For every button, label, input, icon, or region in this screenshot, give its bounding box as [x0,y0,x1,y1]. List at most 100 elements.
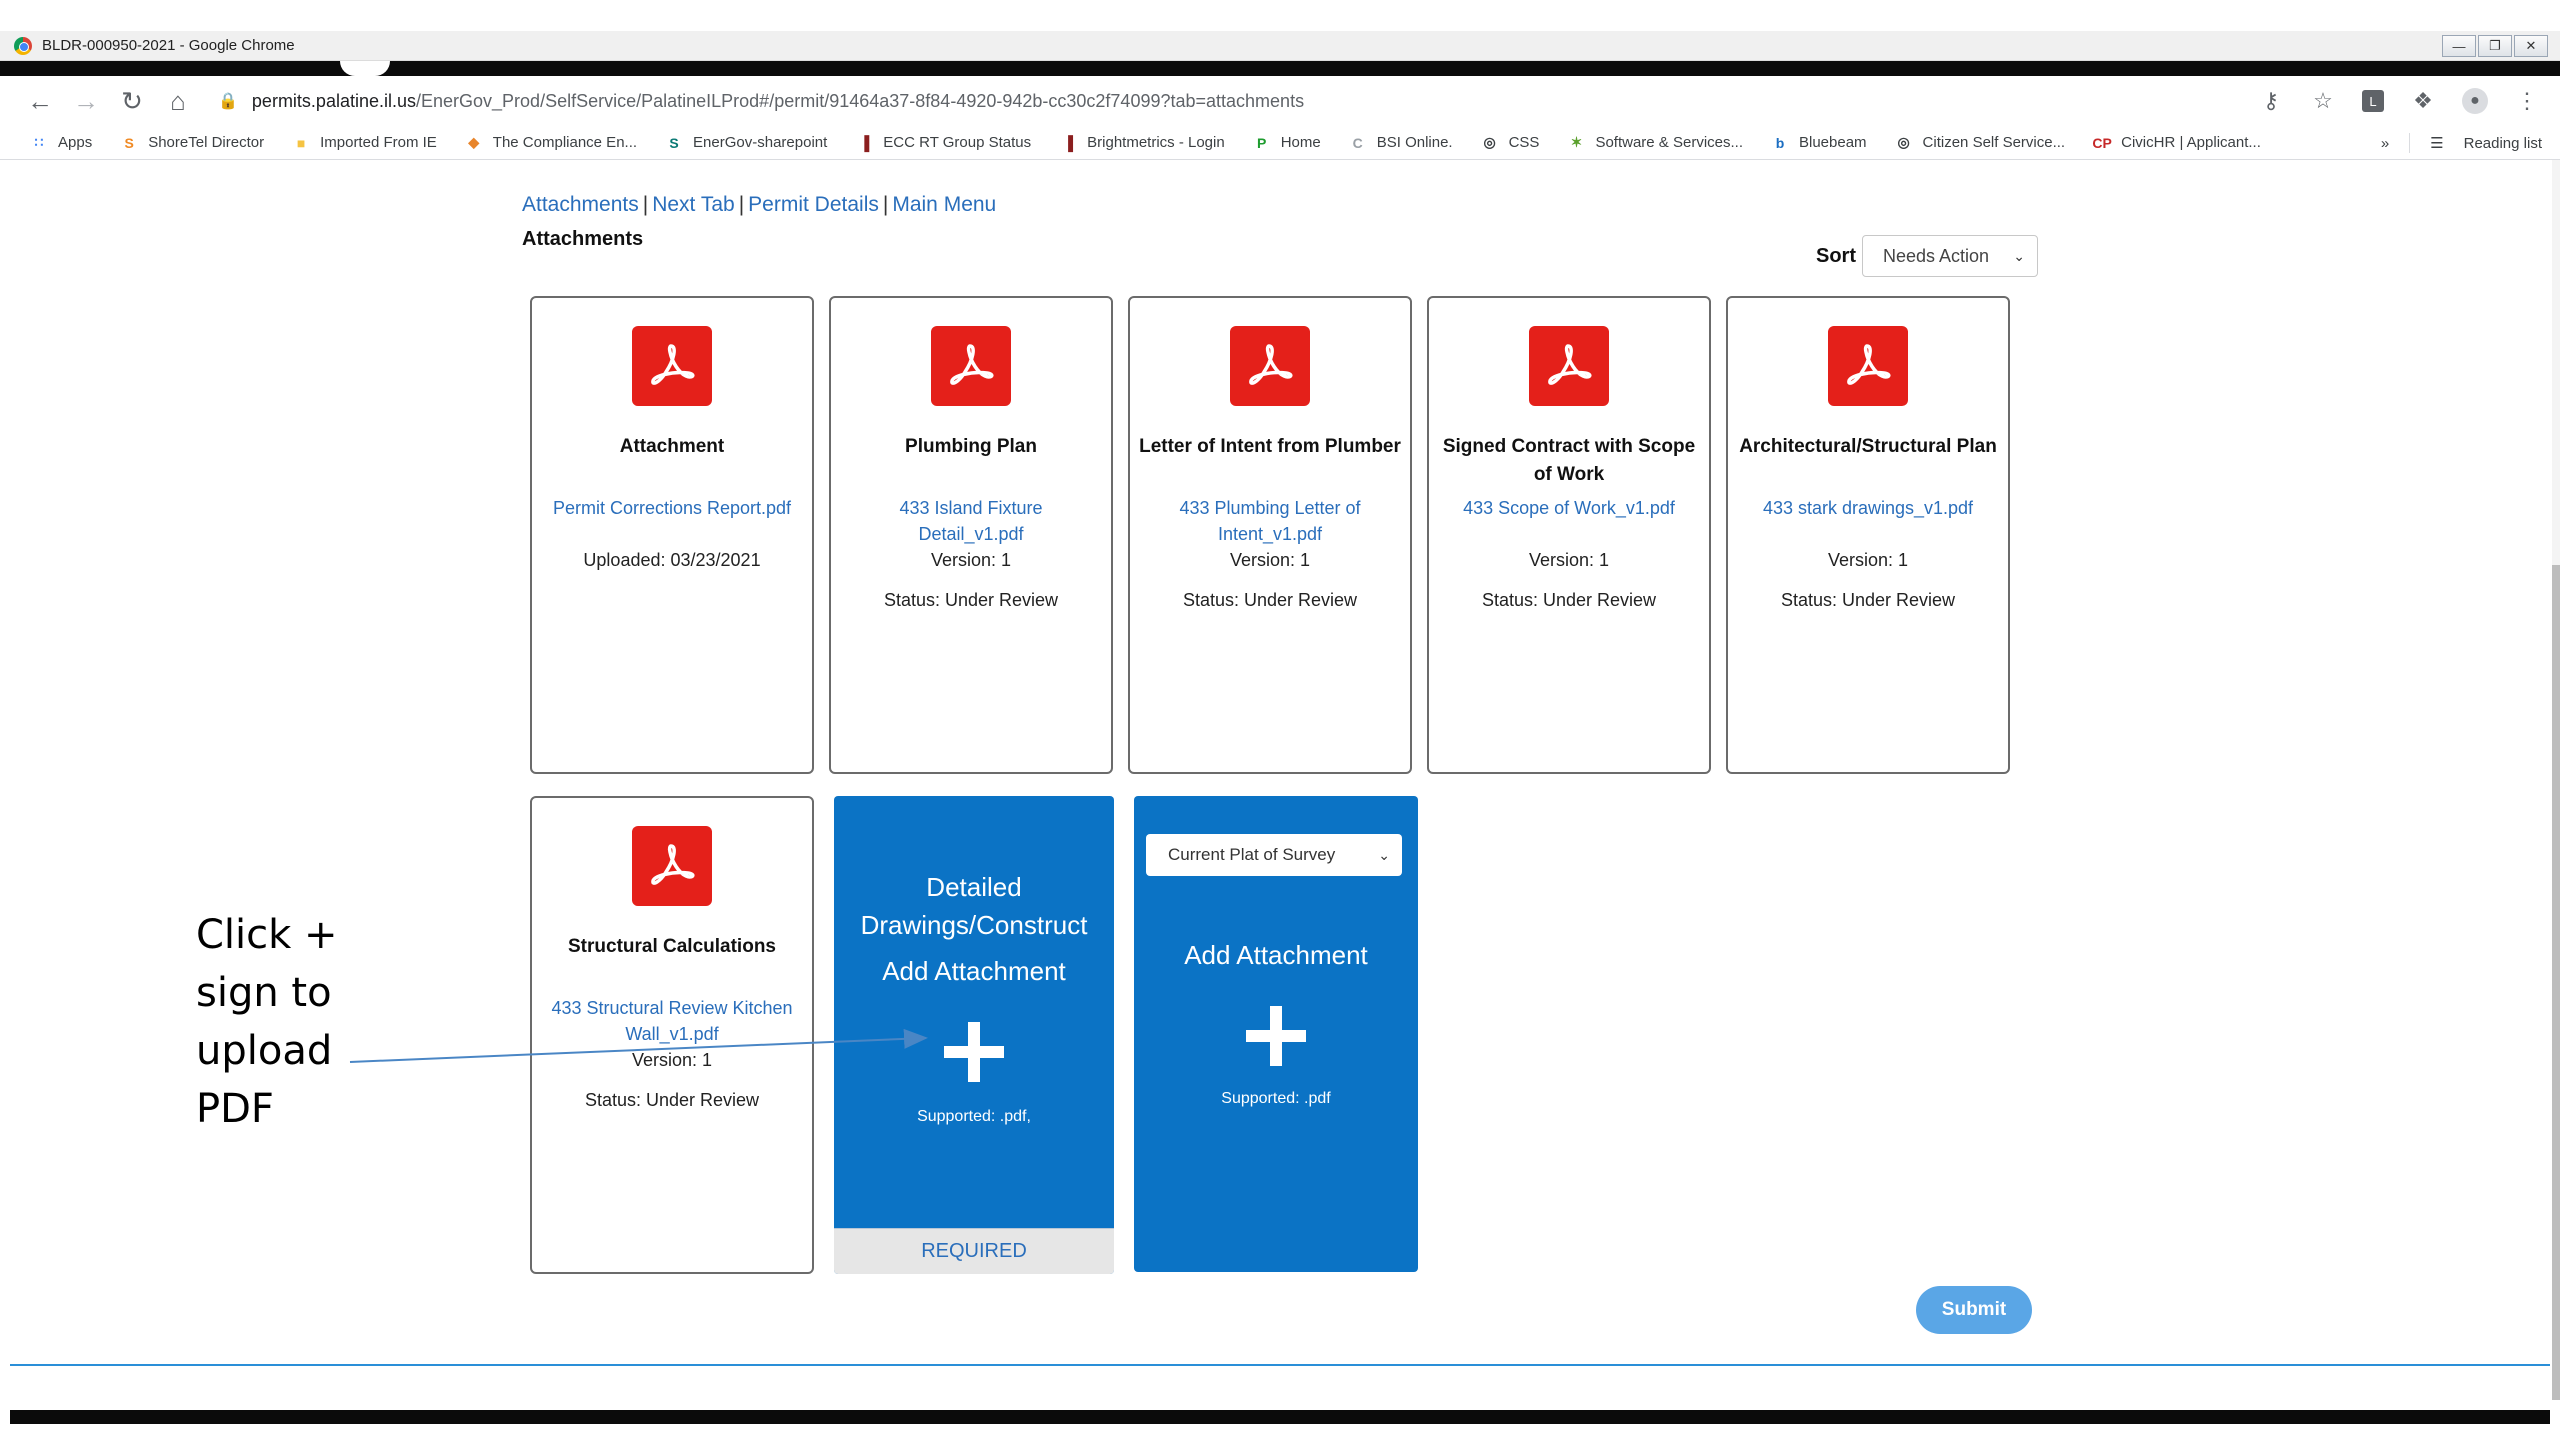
attachment-card: Attachment Permit Corrections Report.pdf… [530,296,814,774]
bookmark-item[interactable]: S EnerGov-sharepoint [665,134,827,152]
divider [2409,133,2411,153]
file-link[interactable]: Permit Corrections Report.pdf [550,495,794,521]
sort-control: Sort Needs Action ⌄ [1816,235,2038,277]
pdf-icon [1230,326,1310,406]
forward-arrow-icon[interactable]: → [66,81,106,121]
toolbar-actions: ⚷ ☆ L ❖ ● ⋮ [2258,76,2540,126]
bookmark-item[interactable]: C BSI Online. [1349,134,1453,152]
pdf-icon [1828,326,1908,406]
bookmark-label: The Compliance En... [492,134,638,151]
profile-avatar-icon[interactable]: ● [2462,88,2488,114]
reading-list-icon: ☰ [2430,135,2444,152]
status-text: Status: Under Review [883,590,1059,610]
required-upload-card: Detailed Drawings/Construct Add Attachme… [834,796,1114,1274]
file-link[interactable]: 433 Scope of Work_v1.pdf [1447,495,1691,521]
file-link[interactable]: 433 Structural Review Kitchen Wall_v1.pd… [550,995,794,1047]
bookmark-item[interactable]: ◆ The Compliance En... [465,134,637,152]
supported-types: Supported: .pdf, [917,1108,1031,1125]
bsi-icon: C [1352,134,1363,151]
home-green-icon: P [1257,134,1267,151]
bookmark-item[interactable]: ✶ Software & Services... [1567,134,1743,152]
compliance-icon: ◆ [468,134,480,150]
sort-select[interactable]: Needs Action ⌄ [1862,235,2038,277]
sharepoint-icon: S [669,134,679,151]
close-button[interactable]: ✕ [2514,35,2548,57]
address-bar[interactable]: 🔒 permits.palatine.il.us/EnerGov_Prod/Se… [218,82,2268,120]
nav-link-attachments[interactable]: Attachments [522,193,639,217]
add-attachment-plus-icon[interactable] [944,1022,1004,1082]
screen: BLDR-000950-2021 - Google Chrome — ❐ ✕ ←… [0,0,2560,1440]
url-path: /EnerGov_Prod/SelfService/PalatineILProd… [416,90,1305,111]
bookmark-item[interactable]: ◎ CSS [1481,134,1540,152]
bookmark-label: Apps [58,134,93,151]
bookmark-item[interactable]: CP CivicHR | Applicant... [2092,134,2261,152]
bookmark-item[interactable]: ■ Imported From IE [292,134,437,152]
version-text: Version: 1 [631,1050,713,1070]
extension-l-icon[interactable]: L [2362,90,2384,112]
nav-link-permit-details[interactable]: Permit Details [748,193,879,217]
sort-select-value: Needs Action [1883,245,1990,266]
version-text: Version: 1 [1528,550,1610,570]
attachment-card: Letter of Intent from Plumber 433 Plumbi… [1128,296,1412,774]
attachment-card: Architectural/Structural Plan 433 stark … [1726,296,2010,774]
reload-icon[interactable]: ↻ [112,81,152,121]
bookmark-label: EnerGov-sharepoint [693,134,828,151]
card-title: Plumbing Plan [905,436,1037,457]
upload-date: Uploaded: 03/23/2021 [583,550,761,570]
bookmark-label: ECC RT Group Status [883,134,1032,151]
globe-icon: ◎ [1483,134,1496,150]
scrollbar-thumb[interactable] [2552,565,2560,1400]
reading-list-button[interactable]: Reading list [2464,135,2542,152]
more-bookmarks-button[interactable]: » [2381,135,2389,152]
supported-types: Supported: .pdf [1221,1090,1331,1107]
window-title: BLDR-000950-2021 - Google Chrome [42,37,295,54]
add-attachment-label: Add Attachment [882,956,1066,986]
bookmark-label: CSS [1508,134,1540,151]
minimize-button[interactable]: — [2442,35,2476,57]
bookmarks-overflow: » ☰ Reading list [2381,126,2542,160]
bookmark-item[interactable]: P Home [1253,134,1321,152]
chart-bars-icon: ▐ [859,134,870,151]
nav-link-main-menu[interactable]: Main Menu [892,193,996,217]
pdf-icon [632,326,712,406]
back-arrow-icon[interactable]: ← [20,81,60,121]
bookmark-label: Bluebeam [1799,134,1867,151]
bookmark-item[interactable]: ▐ Brightmetrics - Login [1059,134,1225,152]
upload-card-title: Detailed Drawings/Construct [860,872,1088,940]
version-text: Version: 1 [1229,550,1311,570]
version-text: Version: 1 [930,550,1012,570]
bookmark-label: Brightmetrics - Login [1087,134,1225,151]
section-title: Attachments [522,228,644,250]
callout-line: Click + [196,912,338,958]
chevron-down-icon: ⌄ [1378,846,1390,863]
star-icon[interactable]: ☆ [2310,88,2336,114]
file-link[interactable]: 433 Plumbing Letter of Intent_v1.pdf [1148,495,1392,547]
nav-separator: | [882,193,889,216]
attachment-card: Signed Contract with Scope of Work 433 S… [1427,296,1711,774]
software-icon: ✶ [1570,134,1583,150]
card-title: Letter of Intent from Plumber [1139,436,1401,457]
add-attachment-plus-icon[interactable] [1246,1006,1306,1066]
file-link[interactable]: 433 stark drawings_v1.pdf [1746,495,1990,521]
bookmark-item[interactable]: S ShoreTel Director [120,134,265,152]
chrome-logo-icon [14,36,32,55]
attachment-type-select[interactable]: Current Plat of Survey ⌄ [1146,834,1402,876]
menu-dots-icon[interactable]: ⋮ [2514,88,2540,114]
bookmark-item[interactable]: b Bluebeam [1771,134,1867,152]
bookmarks-bar: ∷ Apps S ShoreTel Director ■ Imported From IE… [0,126,2560,160]
submit-button[interactable]: Submit [1916,1286,2032,1334]
restore-button[interactable]: ❐ [2478,35,2512,57]
puzzle-icon[interactable]: ❖ [2410,88,2436,114]
key-icon[interactable]: ⚷ [2258,88,2284,114]
home-icon[interactable]: ⌂ [158,81,198,121]
bookmark-item[interactable]: ◎ Citizen Self Service... [1895,134,2065,152]
window-controls: — ❐ ✕ [2442,35,2548,57]
instruction-callout: Click + sign to upload PDF [196,906,338,1138]
bookmark-item[interactable]: ∷ Apps [30,134,93,152]
lock-icon: 🔒 [218,93,238,110]
status-text: Status: Under Review [1481,590,1657,610]
bookmark-item[interactable]: ▐ ECC RT Group Status [855,134,1031,152]
url-host: permits.palatine.il.us [251,90,416,111]
file-link[interactable]: 433 Island Fixture Detail_v1.pdf [849,495,1093,547]
nav-link-next-tab[interactable]: Next Tab [652,193,735,217]
